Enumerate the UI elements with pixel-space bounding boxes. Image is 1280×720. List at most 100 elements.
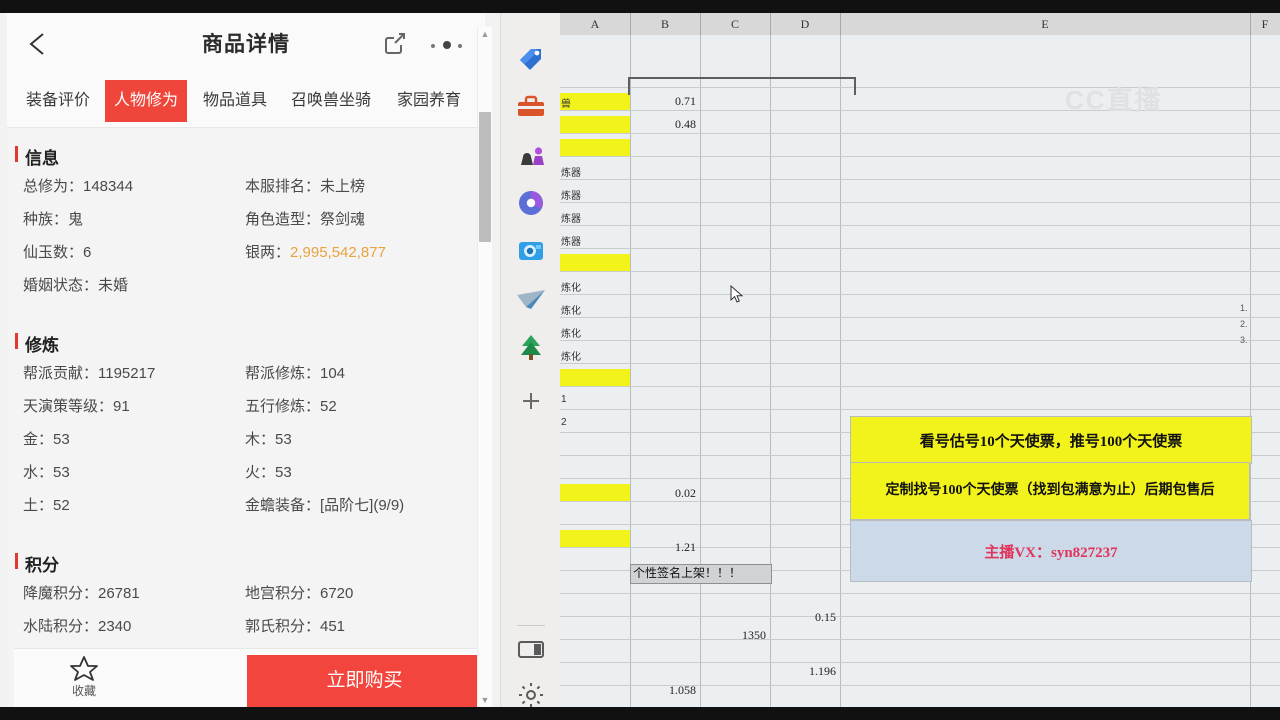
marital-status: 婚姻状态：未婚 bbox=[23, 277, 129, 294]
section-title-points: 积分 bbox=[7, 541, 485, 582]
grid-vline bbox=[770, 35, 771, 707]
highlight-cell[interactable] bbox=[560, 139, 630, 156]
section-title-cultivation: 修炼 bbox=[7, 321, 485, 362]
settings-gear-icon[interactable] bbox=[515, 679, 547, 711]
note-item: 1. bbox=[1240, 303, 1248, 313]
phone-viewport: 商品详情 装备评价 人物修为 物品道具 召唤兽坐骑 家园养育 信息 总修为：14… bbox=[7, 13, 492, 707]
section-points: 积分 降魔积分：26781 地宫积分：6720 水陆积分：2340 郭氏积分：4… bbox=[7, 541, 485, 656]
row-label-cell[interactable]: 2 bbox=[561, 417, 627, 428]
guild-cultivation: 帮派修炼：104 bbox=[245, 365, 346, 382]
highlight-cell[interactable] bbox=[560, 530, 630, 547]
favorite-label: 收藏 bbox=[71, 684, 96, 698]
favorite-button[interactable]: 收藏 bbox=[54, 654, 114, 699]
info-rows: 总修为：148344 本服排名：未上榜 种族：鬼 角色造型：祭剑魂 仙玉数：6 … bbox=[7, 175, 485, 307]
tab-equipment-rating[interactable]: 装备评价 bbox=[11, 80, 105, 122]
split-pane-icon[interactable] bbox=[515, 633, 547, 665]
buy-now-button[interactable]: 立即购买 bbox=[247, 655, 482, 707]
tab-pets-mounts[interactable]: 召唤兽坐骑 bbox=[279, 80, 383, 122]
jade-count: 仙玉数：6 bbox=[23, 244, 92, 261]
highlight-cell[interactable] bbox=[560, 484, 630, 501]
range-frame bbox=[628, 77, 856, 95]
add-app-icon[interactable] bbox=[515, 385, 547, 417]
row-label-cell[interactable]: 炼器 bbox=[561, 164, 627, 179]
row-label-cell[interactable]: 炼化 bbox=[561, 279, 627, 294]
tab-home-raising[interactable]: 家园养育 bbox=[383, 80, 475, 122]
character-style: 角色造型：祭剑魂 bbox=[245, 211, 366, 228]
grid-hline bbox=[560, 317, 1280, 318]
land-water-points: 水陆积分：2340 bbox=[23, 618, 132, 635]
grid-vline bbox=[840, 35, 841, 707]
row-label-cell[interactable]: 炼器 bbox=[561, 233, 627, 248]
app-sidebar-rail bbox=[500, 13, 561, 707]
scroll-up-arrow[interactable]: ▲ bbox=[478, 27, 492, 41]
more-dots-icon[interactable] bbox=[429, 39, 465, 53]
bottom-action-bar: 收藏 立即购买 bbox=[14, 648, 492, 707]
price-tag-icon[interactable] bbox=[515, 43, 547, 75]
grid-vline bbox=[630, 35, 631, 707]
row-label-cell[interactable]: 炼器 bbox=[561, 187, 627, 202]
cell-b-value[interactable]: 1.21 bbox=[632, 540, 696, 555]
tree-icon[interactable] bbox=[515, 331, 547, 363]
column-header-c[interactable]: C bbox=[700, 13, 771, 35]
cultivation-row: 水：53 火：53 bbox=[7, 461, 485, 494]
custom-search-box[interactable]: 定制找号100个天使票（找到包满意为止）后期包售后 bbox=[850, 462, 1250, 520]
tab-items[interactable]: 物品道具 bbox=[193, 80, 277, 122]
points-row: 降魔积分：26781 地宫积分：6720 bbox=[7, 582, 485, 615]
selected-cell[interactable]: 个性签名上架！！！ bbox=[630, 564, 772, 584]
demon-points: 降魔积分：26781 bbox=[23, 585, 140, 602]
cultivation-row: 天演策等级：91 五行修炼：52 bbox=[7, 395, 485, 428]
mail-camera-icon[interactable] bbox=[515, 235, 547, 267]
cc-live-watermark: CC直播 bbox=[1065, 85, 1163, 115]
silver-amount: 银两：2,995,542,877 bbox=[245, 241, 386, 262]
bottom-letterbox bbox=[0, 707, 1280, 720]
row-label-cell[interactable]: 1 bbox=[561, 394, 627, 405]
cell-c-value[interactable]: 1350 bbox=[702, 628, 766, 643]
phone-scrollbar[interactable]: ▲ ▼ bbox=[477, 27, 492, 707]
quote-price-box[interactable]: 看号估号10个天使票，推号100个天使票 bbox=[850, 416, 1252, 464]
toad-equipment: 金蟾装备：[品阶七](9/9) bbox=[245, 497, 405, 514]
info-row: 总修为：148344 本服排名：未上榜 bbox=[7, 175, 485, 208]
scroll-thumb[interactable] bbox=[479, 112, 491, 242]
paper-plane-icon[interactable] bbox=[515, 283, 547, 315]
column-header-d[interactable]: D bbox=[770, 13, 841, 35]
metal-value: 金：53 bbox=[23, 431, 70, 448]
phone-panel: 商品详情 装备评价 人物修为 物品道具 召唤兽坐骑 家园养育 信息 总修为：14… bbox=[0, 13, 500, 707]
highlight-cell[interactable] bbox=[560, 116, 630, 133]
row-label-cell[interactable]: 炼化 bbox=[561, 325, 627, 340]
share-icon[interactable] bbox=[381, 29, 409, 57]
color-hexagon-icon[interactable] bbox=[515, 187, 547, 219]
grid-hline bbox=[560, 248, 1280, 249]
row-label-cell[interactable]: 炼化 bbox=[561, 348, 627, 363]
wood-value: 木：53 bbox=[245, 431, 292, 448]
cell-d-value[interactable]: 1.196 bbox=[772, 664, 836, 679]
water-value: 水：53 bbox=[23, 464, 70, 481]
grid-hline bbox=[560, 133, 1280, 134]
column-header-f[interactable]: F bbox=[1250, 13, 1280, 35]
cell-d-value[interactable]: 0.15 bbox=[772, 610, 836, 625]
cell-b-value[interactable]: 1.058 bbox=[632, 683, 696, 698]
cell-b-value[interactable]: 0.71 bbox=[632, 94, 696, 109]
star-icon bbox=[54, 654, 114, 684]
grid-hline bbox=[560, 294, 1280, 295]
toolbox-icon[interactable] bbox=[515, 91, 547, 123]
grid-hline bbox=[560, 340, 1280, 341]
scroll-down-arrow[interactable]: ▼ bbox=[478, 693, 492, 707]
grid-hline bbox=[560, 616, 1280, 617]
column-header-e[interactable]: E bbox=[840, 13, 1251, 35]
grid-hline bbox=[560, 179, 1280, 180]
info-row: 种族：鬼 角色造型：祭剑魂 bbox=[7, 208, 485, 241]
column-header-a[interactable]: A bbox=[560, 13, 631, 35]
sheet-grid[interactable]: CC直播 兽 炼器 炼器 炼器 炼器 炼器 炼化 炼化 炼化 炼化 炼化 1 2 bbox=[560, 35, 1280, 707]
row-label-cell[interactable]: 兽 bbox=[561, 95, 627, 110]
cell-b-value[interactable]: 0.48 bbox=[632, 117, 696, 132]
cell-b-value[interactable]: 0.02 bbox=[632, 486, 696, 501]
page-title: 商品详情 bbox=[202, 33, 290, 56]
tab-character-cultivation[interactable]: 人物修为 bbox=[105, 80, 187, 122]
row-label-cell[interactable]: 炼化 bbox=[561, 302, 627, 317]
column-header-b[interactable]: B bbox=[630, 13, 701, 35]
note-item: 2. bbox=[1240, 319, 1248, 329]
row-label-cell[interactable]: 炼器 bbox=[561, 210, 627, 225]
grid-hline bbox=[560, 409, 1280, 410]
streamer-vx-box[interactable]: 主播VX：syn827237 bbox=[850, 520, 1252, 582]
chess-pieces-icon[interactable] bbox=[515, 139, 547, 171]
